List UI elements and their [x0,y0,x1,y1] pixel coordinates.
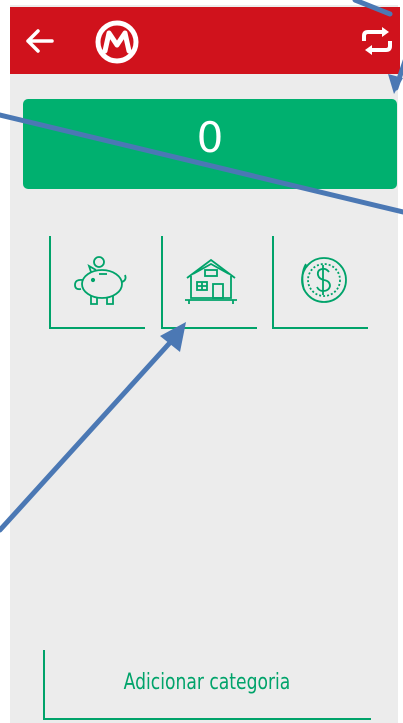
category-coin[interactable] [272,236,368,329]
category-divider [272,236,274,329]
back-button[interactable] [22,27,58,55]
house-icon [185,258,237,304]
app-logo [94,19,140,65]
m-logo-icon [95,20,139,64]
repeat-icon [362,27,392,55]
swap-button[interactable] [360,25,394,57]
category-house[interactable] [161,236,257,329]
category-divider [272,327,368,329]
category-divider [161,327,257,329]
coin-dollar-icon [301,257,347,303]
piggy-bank-icon [74,256,127,305]
balance-value: 0 [196,113,224,162]
add-category-divider [43,650,45,720]
add-category-button[interactable]: Adicionar categoria [43,650,371,720]
top-app-bar [10,7,400,74]
balance-card[interactable]: 0 [23,99,397,189]
add-category-divider [43,718,371,720]
category-divider [49,236,51,329]
category-piggy-bank[interactable] [49,236,145,329]
category-divider [49,327,145,329]
add-category-label: Adicionar categoria [123,670,291,695]
category-divider [161,236,163,329]
arrow-left-icon [26,29,54,53]
